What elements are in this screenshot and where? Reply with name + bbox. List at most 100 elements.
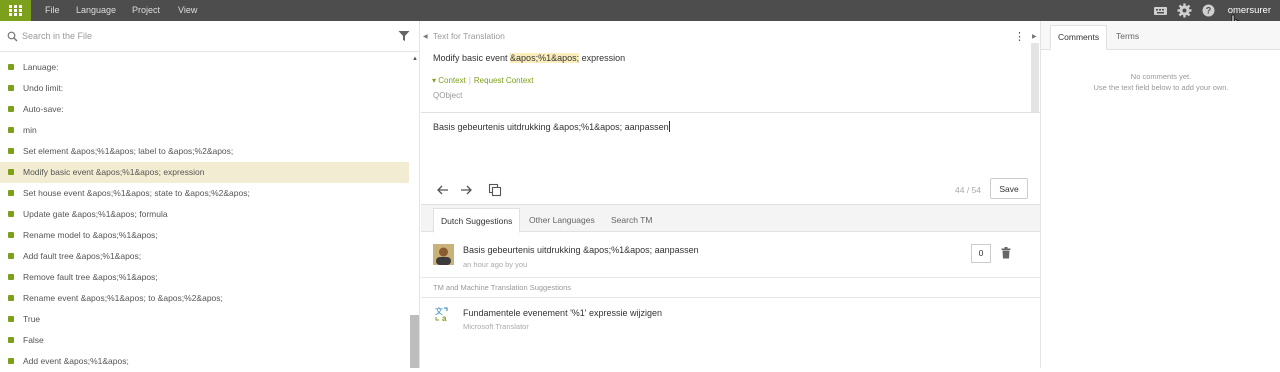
menu-language[interactable]: Language — [76, 0, 116, 21]
status-dot-icon — [8, 106, 14, 112]
status-dot-icon — [8, 211, 14, 217]
list-item[interactable]: min — [0, 120, 409, 141]
suggestion-row[interactable]: Basis gebeurtenis uitdrukking &apos;%1&a… — [421, 233, 1040, 278]
grid-icon[interactable] — [0, 0, 31, 21]
list-item[interactable]: Rename event &apos;%1&apos; to &apos;%2&… — [0, 288, 409, 309]
source-text-before: Modify basic event — [433, 53, 511, 63]
status-dot-icon — [8, 148, 14, 154]
status-dot-icon — [8, 274, 14, 280]
tab-comments[interactable]: Comments — [1050, 25, 1108, 50]
string-list: Lanuage: Undo limit: Auto-save: min Set elem… — [0, 57, 409, 372]
menu-project[interactable]: Project — [132, 0, 160, 21]
source-scrollbar[interactable] — [1031, 43, 1039, 113]
previous-arrow-icon[interactable] — [436, 183, 450, 197]
character-counter: 44 / 54 — [955, 185, 981, 195]
search-bar — [0, 21, 420, 52]
status-dot-icon — [8, 64, 14, 70]
list-item-label: Lanuage: — [23, 62, 59, 72]
list-item-label: False — [23, 335, 44, 345]
list-item-label: Add fault tree &apos;%1&apos; — [23, 251, 142, 261]
status-dot-icon — [8, 127, 14, 133]
status-dot-icon — [8, 169, 14, 175]
context-link[interactable]: Context — [438, 76, 466, 85]
list-item-label: Rename event &apos;%1&apos; to &apos;%2&… — [23, 293, 223, 303]
divider — [421, 112, 1040, 113]
list-item-label: Auto-save: — [23, 104, 64, 114]
collapse-right-icon[interactable]: ▶ — [1032, 33, 1037, 40]
text-caret — [668, 121, 670, 132]
save-button[interactable]: Save — [990, 178, 1028, 199]
list-item-label: Add event &apos;%1&apos; — [23, 356, 129, 366]
help-icon[interactable]: ? — [1201, 3, 1216, 18]
top-bar: File Language Project View ? omersurer — [0, 0, 1280, 21]
list-item[interactable]: Rename model to &apos;%1&apos; — [0, 225, 409, 246]
no-comments-message: No comments yet. Use the text field belo… — [1041, 71, 1280, 93]
translation-input[interactable]: Basis gebeurtenis uitdrukking &apos;%1&a… — [433, 121, 670, 132]
filter-icon[interactable] — [398, 30, 410, 42]
string-list-pane: ▲ Lanuage: Undo limit: Auto-save: min Set el… — [0, 21, 420, 368]
menu-file[interactable]: File — [45, 0, 60, 21]
menu-view[interactable]: View — [178, 0, 197, 21]
status-dot-icon — [8, 253, 14, 259]
list-item[interactable]: True — [0, 309, 409, 330]
copy-source-icon[interactable] — [488, 183, 502, 197]
list-item[interactable]: Set element &apos;%1&apos; label to &apo… — [0, 141, 409, 162]
avatar — [433, 244, 454, 265]
no-comments-line1: No comments yet. — [1130, 72, 1192, 81]
list-item[interactable]: Update gate &apos;%1&apos; formula — [0, 204, 409, 225]
list-item-label: min — [23, 125, 37, 135]
no-comments-line2: Use the text field below to add your own… — [1093, 83, 1229, 92]
source-label: Text for Translation — [433, 31, 505, 41]
vote-count[interactable]: 0 — [971, 244, 991, 263]
status-dot-icon — [8, 337, 14, 343]
comments-pane: Comments Terms No comments yet. Use the … — [1040, 21, 1280, 368]
context-toggle-icon[interactable]: ▾ — [432, 76, 436, 85]
list-item[interactable]: Modify basic event &apos;%1&apos; expres… — [0, 162, 409, 183]
next-arrow-icon[interactable] — [459, 183, 473, 197]
list-item[interactable]: Set house event &apos;%1&apos; state to … — [0, 183, 409, 204]
tab-dutch-suggestions[interactable]: Dutch Suggestions — [433, 208, 521, 233]
suggestion-tabs: Dutch Suggestions Other Languages Search… — [421, 204, 1040, 233]
list-item[interactable]: Auto-save: — [0, 99, 409, 120]
mt-suggestion-text[interactable]: Fundamentele evenement '%1' expressie wi… — [463, 308, 662, 318]
scrollbar[interactable] — [410, 315, 419, 368]
collapse-left-icon[interactable]: ◀ — [423, 33, 428, 40]
list-item[interactable]: Undo limit: — [0, 78, 409, 99]
status-dot-icon — [8, 190, 14, 196]
translation-text: Basis gebeurtenis uitdrukking &apos;%1&a… — [433, 122, 669, 132]
gear-icon[interactable] — [1177, 3, 1192, 18]
svg-text:a: a — [442, 314, 447, 322]
list-item[interactable]: False — [0, 330, 409, 351]
list-item[interactable]: Add fault tree &apos;%1&apos; — [0, 246, 409, 267]
status-dot-icon — [8, 316, 14, 322]
status-dot-icon — [8, 295, 14, 301]
list-item-label: Set house event &apos;%1&apos; state to … — [23, 188, 250, 198]
suggestion-meta: an hour ago by you — [463, 260, 528, 269]
search-input[interactable] — [22, 21, 382, 51]
more-options-icon[interactable]: ⋮ — [1014, 30, 1025, 43]
status-dot-icon — [8, 358, 14, 364]
list-item[interactable]: Remove fault tree &apos;%1&apos; — [0, 267, 409, 288]
keyboard-icon[interactable] — [1153, 3, 1168, 18]
status-dot-icon — [8, 232, 14, 238]
list-item-label: Update gate &apos;%1&apos; formula — [23, 209, 168, 219]
tab-terms[interactable]: Terms — [1109, 25, 1146, 50]
list-item-label: Undo limit: — [23, 83, 64, 93]
source-text-after: expression — [579, 53, 626, 63]
suggestion-text: Basis gebeurtenis uitdrukking &apos;%1&a… — [463, 245, 699, 255]
request-context-link[interactable]: Request Context — [474, 76, 534, 85]
list-item[interactable]: Lanuage: — [0, 57, 409, 78]
svg-text:?: ? — [1206, 6, 1212, 16]
status-dot-icon — [8, 85, 14, 91]
list-item-label: Rename model to &apos;%1&apos; — [23, 230, 158, 240]
context-row: ▾ Context | Request Context — [432, 76, 534, 85]
tm-heading: TM and Machine Translation Suggestions — [433, 283, 571, 292]
trash-icon[interactable] — [1001, 247, 1011, 259]
scroll-up-arrow-icon[interactable]: ▲ — [412, 56, 418, 62]
tab-other-languages[interactable]: Other Languages — [522, 208, 602, 233]
mt-source: Microsoft Translator — [463, 322, 529, 331]
tab-search-tm[interactable]: Search TM — [604, 208, 659, 233]
list-item[interactable]: Add event &apos;%1&apos; — [0, 351, 409, 372]
placeholder-highlight: &apos;%1&apos; — [510, 53, 580, 63]
machine-translation-icon: 文 a — [435, 306, 448, 322]
